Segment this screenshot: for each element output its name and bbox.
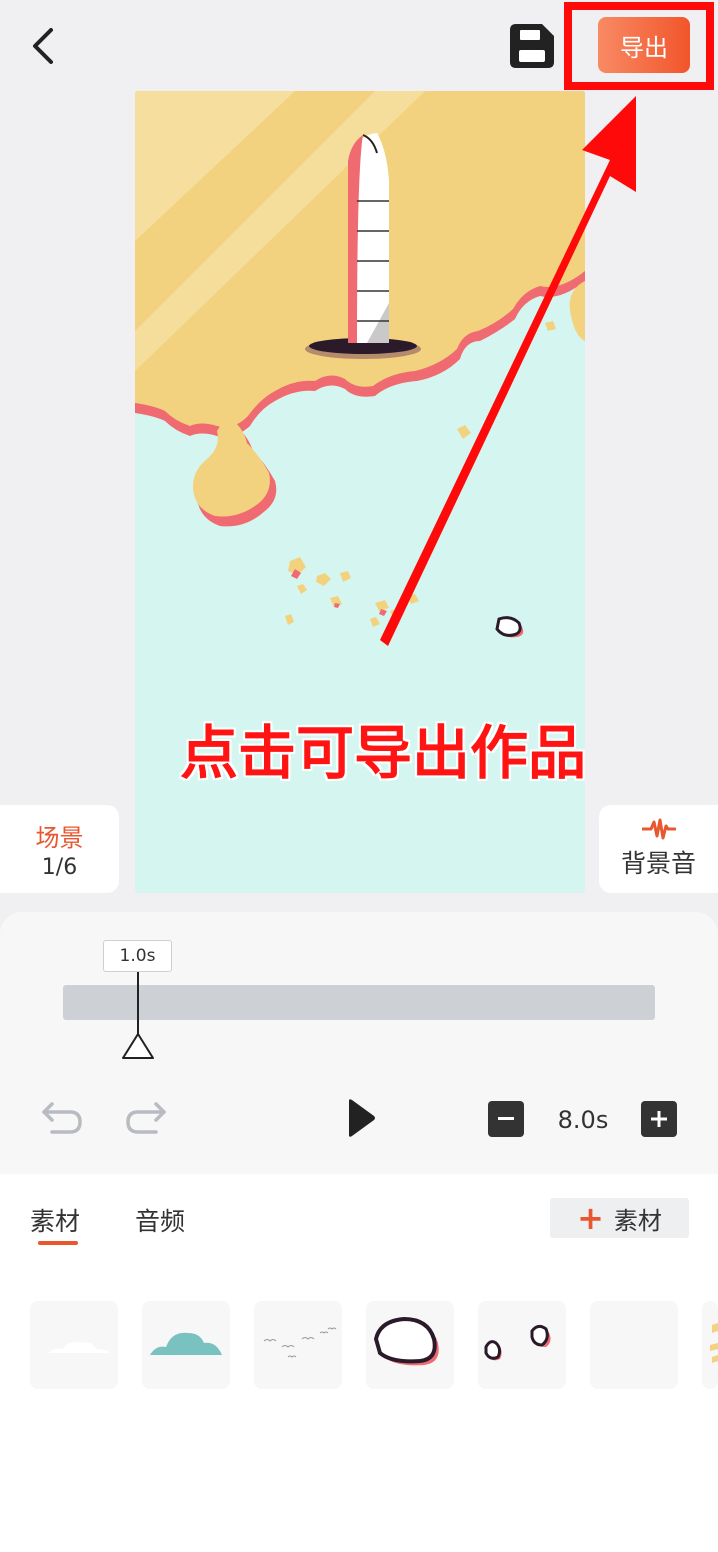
white-cloud-icon <box>48 1341 110 1353</box>
chevron-left-icon <box>33 28 53 64</box>
current-time-tag: 1.0s <box>103 940 172 972</box>
undo-icon <box>42 1102 82 1134</box>
back-button[interactable] <box>22 24 62 68</box>
active-tab-indicator <box>38 1241 78 1245</box>
background-music-label: 背景音 <box>620 849 696 878</box>
top-bar: 导出 <box>0 0 718 90</box>
scene-selector[interactable]: 场景 1/6 <box>0 805 119 893</box>
undo-button[interactable] <box>40 1100 84 1140</box>
save-floppy-icon <box>510 24 554 68</box>
play-button[interactable] <box>345 1098 377 1142</box>
asset-thumbnail[interactable] <box>142 1301 230 1389</box>
asset-thumbnail[interactable] <box>478 1301 566 1389</box>
scene-count: 1/6 <box>41 855 78 880</box>
asset-thumbnail[interactable] <box>702 1301 718 1389</box>
teal-cloud-icon <box>150 1332 222 1355</box>
timeline-track[interactable] <box>63 985 655 1020</box>
waveform-icon <box>641 818 676 840</box>
increase-duration-button[interactable] <box>641 1101 677 1137</box>
redo-icon <box>126 1102 166 1134</box>
tab-material[interactable]: 素材 <box>30 1202 80 1238</box>
partial-asset-icon <box>710 1323 718 1363</box>
playhead-line[interactable] <box>137 972 139 1034</box>
islet-outline-icon <box>373 1316 439 1366</box>
scene-label: 场景 <box>35 824 84 852</box>
minus-icon <box>498 1117 514 1120</box>
save-button[interactable] <box>508 22 556 70</box>
decrease-duration-button[interactable] <box>488 1101 524 1137</box>
asset-thumbnails <box>30 1301 718 1389</box>
redo-button[interactable] <box>124 1100 168 1140</box>
plus-icon: + <box>577 1199 604 1237</box>
duration-value: 8.0s <box>557 1106 609 1134</box>
asset-thumbnail[interactable] <box>30 1301 118 1389</box>
export-highlight-box <box>564 2 714 90</box>
asset-thumbnail[interactable] <box>254 1301 342 1389</box>
birds-icon <box>263 1327 337 1358</box>
annotation-text: 点击可导出作品 <box>180 719 587 787</box>
small-islets-icon <box>484 1324 551 1361</box>
asset-thumbnail[interactable] <box>366 1301 454 1389</box>
add-material-label: 素材 <box>613 1206 662 1235</box>
playhead-handle[interactable] <box>121 1032 155 1064</box>
play-icon <box>349 1099 375 1137</box>
add-material-button[interactable]: + 素材 <box>550 1198 689 1238</box>
asset-thumbnail[interactable] <box>590 1301 678 1389</box>
plus-icon <box>651 1111 667 1127</box>
background-music-button[interactable]: 背景音 <box>599 805 718 893</box>
tab-audio[interactable]: 音频 <box>135 1202 185 1238</box>
